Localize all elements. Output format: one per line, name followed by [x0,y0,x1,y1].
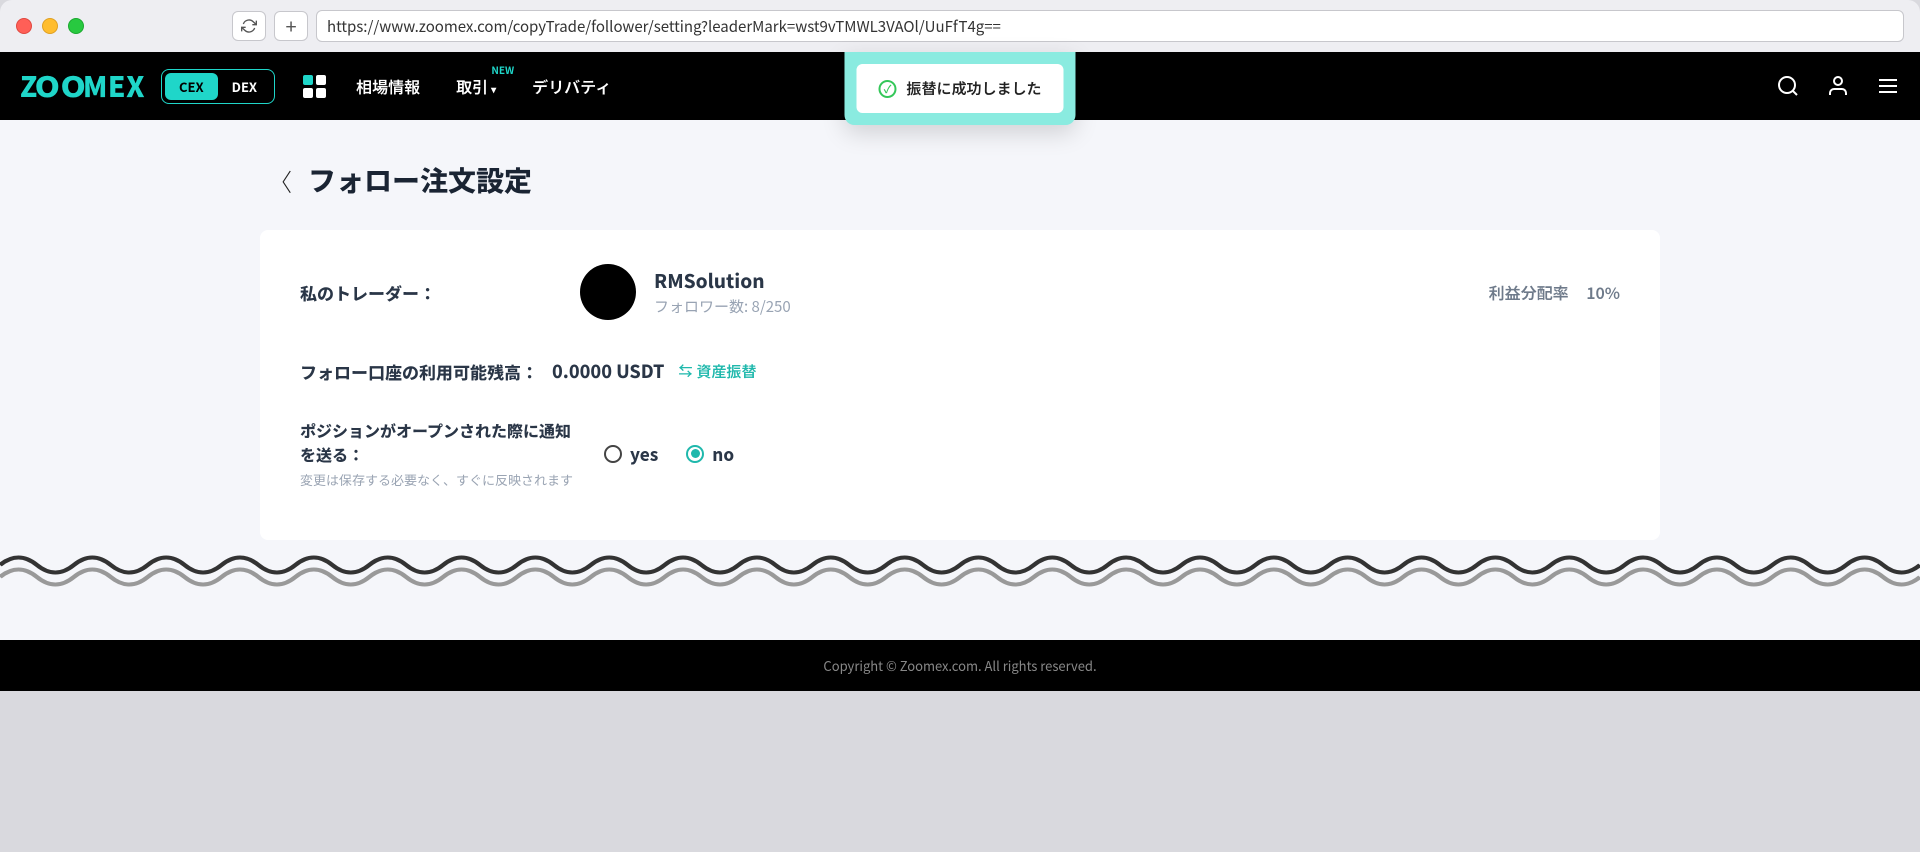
menu-icon[interactable] [1876,74,1900,98]
nav-market-info[interactable]: 相場情報 [356,74,420,98]
settings-card: 私のトレーダー： RMSolution フォロワー数: 8/250 利益分配率 … [260,230,1660,540]
page-title: フォロー注文設定 [308,160,532,200]
apps-grid-icon[interactable] [303,75,326,98]
search-icon[interactable] [1776,74,1800,98]
copyright-text: Copyright © Zoomex.com. All rights reser… [823,656,1096,675]
asset-transfer-link[interactable]: ⇆ 資産振替 [678,361,756,382]
success-check-icon: ✓ [878,80,896,98]
notify-subtitle: 変更は保存する必要なく、すぐに反映されます [300,470,580,490]
trader-label: 私のトレーダー： [300,280,580,305]
url-text: https://www.zoomex.com/copyTrade/followe… [327,16,1001,37]
balance-value: 0.0000 USDT [552,358,664,384]
follower-count: フォロワー数: 8/250 [654,296,791,317]
window-controls [16,18,84,34]
cex-dex-toggle: CEX DEX [161,69,275,104]
profit-share: 利益分配率 10% [1489,280,1620,304]
notify-radio-group: yes no [604,441,734,466]
radio-yes[interactable]: yes [604,441,658,466]
nav-trade[interactable]: 取引▾ NEW [456,74,496,98]
trader-name: RMSolution [654,267,791,294]
footer: Copyright © Zoomex.com. All rights reser… [0,640,1920,691]
dex-tab[interactable]: DEX [218,73,271,100]
toast-message: 振替に成功しました [906,78,1041,99]
profit-share-label: 利益分配率 [1489,280,1569,304]
radio-no[interactable]: no [686,441,734,466]
notify-title: ポジションがオープンされた際に通知を送る： [300,418,580,466]
logo[interactable]: ZOOMEX [20,66,145,106]
profit-share-value: 10% [1586,280,1620,304]
new-badge: NEW [491,62,514,77]
cex-tab[interactable]: CEX [165,73,218,100]
reload-button[interactable] [232,11,266,41]
transfer-icon: ⇆ [678,361,692,381]
decorative-wave [0,550,1920,600]
radio-circle-selected-icon [686,445,704,463]
balance-label: フォロー口座の利用可能残高： [300,359,538,384]
new-tab-button[interactable]: + [274,11,308,41]
user-icon[interactable] [1826,74,1850,98]
back-chevron-icon[interactable]: 〈 [268,163,292,198]
nav-derivative[interactable]: デリバティ [532,74,611,98]
radio-circle-icon [604,445,622,463]
radio-no-label: no [712,441,734,466]
chevron-down-icon: ▾ [491,81,496,96]
close-window[interactable] [16,18,32,34]
maximize-window[interactable] [68,18,84,34]
trader-avatar [580,264,636,320]
nav-trade-label: 取引 [456,74,488,98]
transfer-link-label: 資産振替 [696,361,756,382]
address-bar[interactable]: https://www.zoomex.com/copyTrade/followe… [316,10,1904,42]
minimize-window[interactable] [42,18,58,34]
radio-yes-label: yes [630,441,658,466]
toast-notification: ✓ 振替に成功しました [844,52,1075,125]
